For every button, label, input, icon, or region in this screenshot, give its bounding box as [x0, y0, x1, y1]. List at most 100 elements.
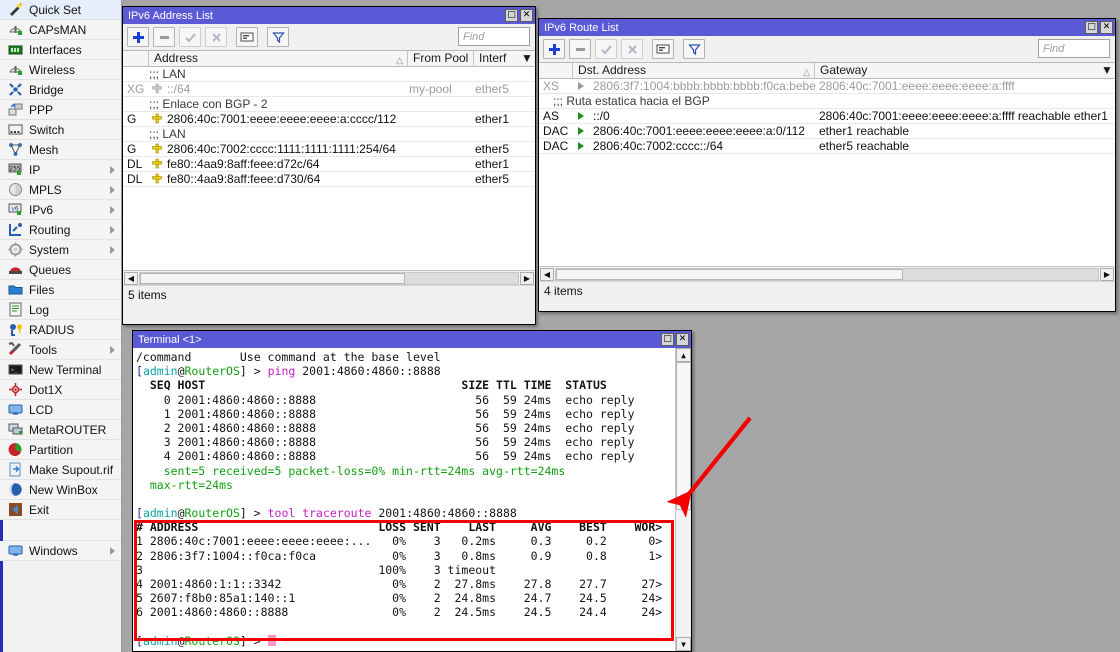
sidebar-item-files[interactable]: Files	[0, 280, 121, 300]
route-scroll-left-icon[interactable]: ◀	[540, 268, 554, 281]
sidebar-item-queues[interactable]: Queues	[0, 260, 121, 280]
sidebar-item-switch[interactable]: Switch	[0, 120, 121, 140]
address-col-header-pool[interactable]: From Pool	[408, 50, 474, 67]
sidebar-item-label: Quick Set	[29, 3, 81, 17]
sidebar-item-interfaces[interactable]: Interfaces	[0, 40, 121, 60]
table-row[interactable]: DAC2806:40c:7001:eeee:eeee:eeee:a:0/112e…	[539, 124, 1115, 139]
scroll-left-icon[interactable]: ◀	[124, 272, 138, 285]
sidebar-item-ip[interactable]: 255IP	[0, 160, 121, 180]
sidebar-item-label: PPP	[29, 103, 53, 117]
address-flag-header[interactable]	[123, 50, 149, 67]
address-maximize-button[interactable]: □	[505, 9, 518, 22]
sidebar-item-windows[interactable]: Windows	[0, 541, 121, 561]
address-col-header-address[interactable]: Address △	[149, 50, 408, 67]
route-col-header-dst[interactable]: Dst. Address △	[573, 62, 815, 79]
table-row[interactable]: G2806:40c:7002:cccc:1111:1111:1111:254/6…	[123, 142, 535, 157]
table-row[interactable]: ;;; Ruta estatica hacia el BGP	[539, 94, 1115, 109]
sidebar-item-log[interactable]: Log	[0, 300, 121, 320]
route-window-titlebar[interactable]: IPv6 Route List □ ✕	[539, 19, 1115, 36]
ipv6-address-list-window[interactable]: IPv6 Address List □ ✕ Find Address △	[122, 6, 536, 325]
table-row[interactable]: ;;; LAN	[123, 67, 535, 82]
table-row[interactable]: DLfe80::4aa9:8aff:feee:d72c/64ether1	[123, 157, 535, 172]
terminal-line	[133, 492, 691, 506]
terminal-close-button[interactable]: ✕	[676, 333, 689, 346]
route-close-button[interactable]: ✕	[1100, 21, 1113, 34]
sidebar-item-new-winbox[interactable]: New WinBox	[0, 480, 121, 500]
route-remove-button[interactable]	[569, 39, 591, 59]
address-column-menu-icon[interactable]: ▼	[519, 50, 535, 67]
route-scroll-track[interactable]	[555, 268, 1099, 281]
table-row[interactable]: XG::/64my-poolether5	[123, 82, 535, 97]
route-comment-button[interactable]	[652, 39, 674, 59]
address-scroll-thumb[interactable]	[140, 273, 405, 284]
ipv6-route-list-window[interactable]: IPv6 Route List □ ✕ Find Dst. Address △	[538, 18, 1116, 312]
route-arrow-icon	[573, 81, 589, 91]
address-close-button[interactable]: ✕	[520, 9, 533, 22]
sidebar-item-mesh[interactable]: Mesh	[0, 140, 121, 160]
route-enable-button[interactable]	[595, 39, 617, 59]
route-add-button[interactable]	[543, 39, 565, 59]
route-disable-button[interactable]	[621, 39, 643, 59]
terminal-output-area[interactable]: /command Use command at the base level[a…	[133, 348, 691, 651]
terminal-maximize-button[interactable]: □	[661, 333, 674, 346]
table-row[interactable]: DAC2806:40c:7002:cccc::/64ether5 reachab…	[539, 139, 1115, 154]
terminal-titlebar[interactable]: Terminal <1> □ ✕	[133, 331, 691, 348]
address-find-input[interactable]: Find	[458, 27, 530, 46]
sidebar-item-exit[interactable]: Exit	[0, 500, 121, 520]
terminal-scroll-up-icon[interactable]: ▲	[676, 348, 691, 362]
sidebar-item-system[interactable]: System	[0, 240, 121, 260]
address-status-bar: 5 items	[123, 285, 535, 303]
route-maximize-button[interactable]: □	[1085, 21, 1098, 34]
terminal-cursor	[268, 635, 276, 646]
sidebar-item-mpls[interactable]: MPLS	[0, 180, 121, 200]
route-horizontal-scrollbar[interactable]: ◀ ▶	[539, 266, 1115, 281]
sidebar-item-radius[interactable]: RADIUS	[0, 320, 121, 340]
remove-button[interactable]	[153, 27, 175, 47]
address-horizontal-scrollbar[interactable]: ◀ ▶	[123, 270, 535, 285]
route-scroll-thumb[interactable]	[556, 269, 903, 280]
sidebar-item-dot1x[interactable]: Dot1X	[0, 380, 121, 400]
route-scroll-right-icon[interactable]: ▶	[1100, 268, 1114, 281]
terminal-scroll-thumb[interactable]	[676, 362, 691, 510]
terminal-window[interactable]: Terminal <1> □ ✕ /command Use command at…	[132, 330, 692, 652]
add-button[interactable]	[127, 27, 149, 47]
sidebar-item-wireless[interactable]: Wireless	[0, 60, 121, 80]
address-window-titlebar[interactable]: IPv6 Address List □ ✕	[123, 7, 535, 24]
table-row[interactable]: ;;; Enlace con BGP - 2	[123, 97, 535, 112]
sidebar-item-ppp[interactable]: PPP	[0, 100, 121, 120]
sidebar-item-label: MPLS	[29, 183, 62, 197]
sidebar-item-partition[interactable]: Partition	[0, 440, 121, 460]
route-column-menu-icon[interactable]: ▼	[1099, 62, 1115, 79]
enable-button[interactable]	[179, 27, 201, 47]
table-row[interactable]: ;;; LAN	[123, 127, 535, 142]
route-find-input[interactable]: Find	[1038, 39, 1110, 58]
filter-icon[interactable]	[267, 27, 289, 47]
terminal-scroll-down-icon[interactable]: ▼	[676, 637, 691, 651]
table-row[interactable]: XS2806:3f7:1004:bbbb:bbbb:bbbb:f0ca:bebe…	[539, 79, 1115, 94]
sidebar-item-label: CAPsMAN	[29, 23, 86, 37]
sidebar-item-bridge[interactable]: Bridge	[0, 80, 121, 100]
terminal-vertical-scrollbar[interactable]: ▲ ▼	[675, 348, 691, 651]
route-filter-icon[interactable]	[683, 39, 705, 59]
route-flag-header[interactable]	[539, 62, 573, 79]
table-row[interactable]: AS::/02806:40c:7001:eeee:eeee:eeee:a:fff…	[539, 109, 1115, 124]
sidebar-item-tools[interactable]: Tools	[0, 340, 121, 360]
disable-button[interactable]	[205, 27, 227, 47]
sidebar-item-new-terminal[interactable]: >_New Terminal	[0, 360, 121, 380]
monitor-icon	[8, 402, 23, 417]
row-comment: ;;; LAN	[149, 67, 535, 81]
comment-button[interactable]	[236, 27, 258, 47]
table-row[interactable]: DLfe80::4aa9:8aff:feee:d730/64ether5	[123, 172, 535, 187]
scroll-right-icon[interactable]: ▶	[520, 272, 534, 285]
sidebar-item-quick-set[interactable]: Quick Set	[0, 0, 121, 20]
sidebar-item-capsman[interactable]: CAPsMAN	[0, 20, 121, 40]
table-row[interactable]: G2806:40c:7001:eeee:eeee:eeee:a:cccc/112…	[123, 112, 535, 127]
sidebar-item-metarouter[interactable]: MetaROUTER	[0, 420, 121, 440]
address-scroll-track[interactable]	[139, 272, 519, 285]
sidebar-item-make-supout-rif[interactable]: Make Supout.rif	[0, 460, 121, 480]
route-col-header-gateway[interactable]: Gateway	[815, 62, 1099, 79]
sidebar-item-lcd[interactable]: LCD	[0, 400, 121, 420]
address-col-header-interface[interactable]: Interf	[474, 50, 519, 67]
sidebar-item-routing[interactable]: Routing	[0, 220, 121, 240]
sidebar-item-ipv6[interactable]: v6IPv6	[0, 200, 121, 220]
